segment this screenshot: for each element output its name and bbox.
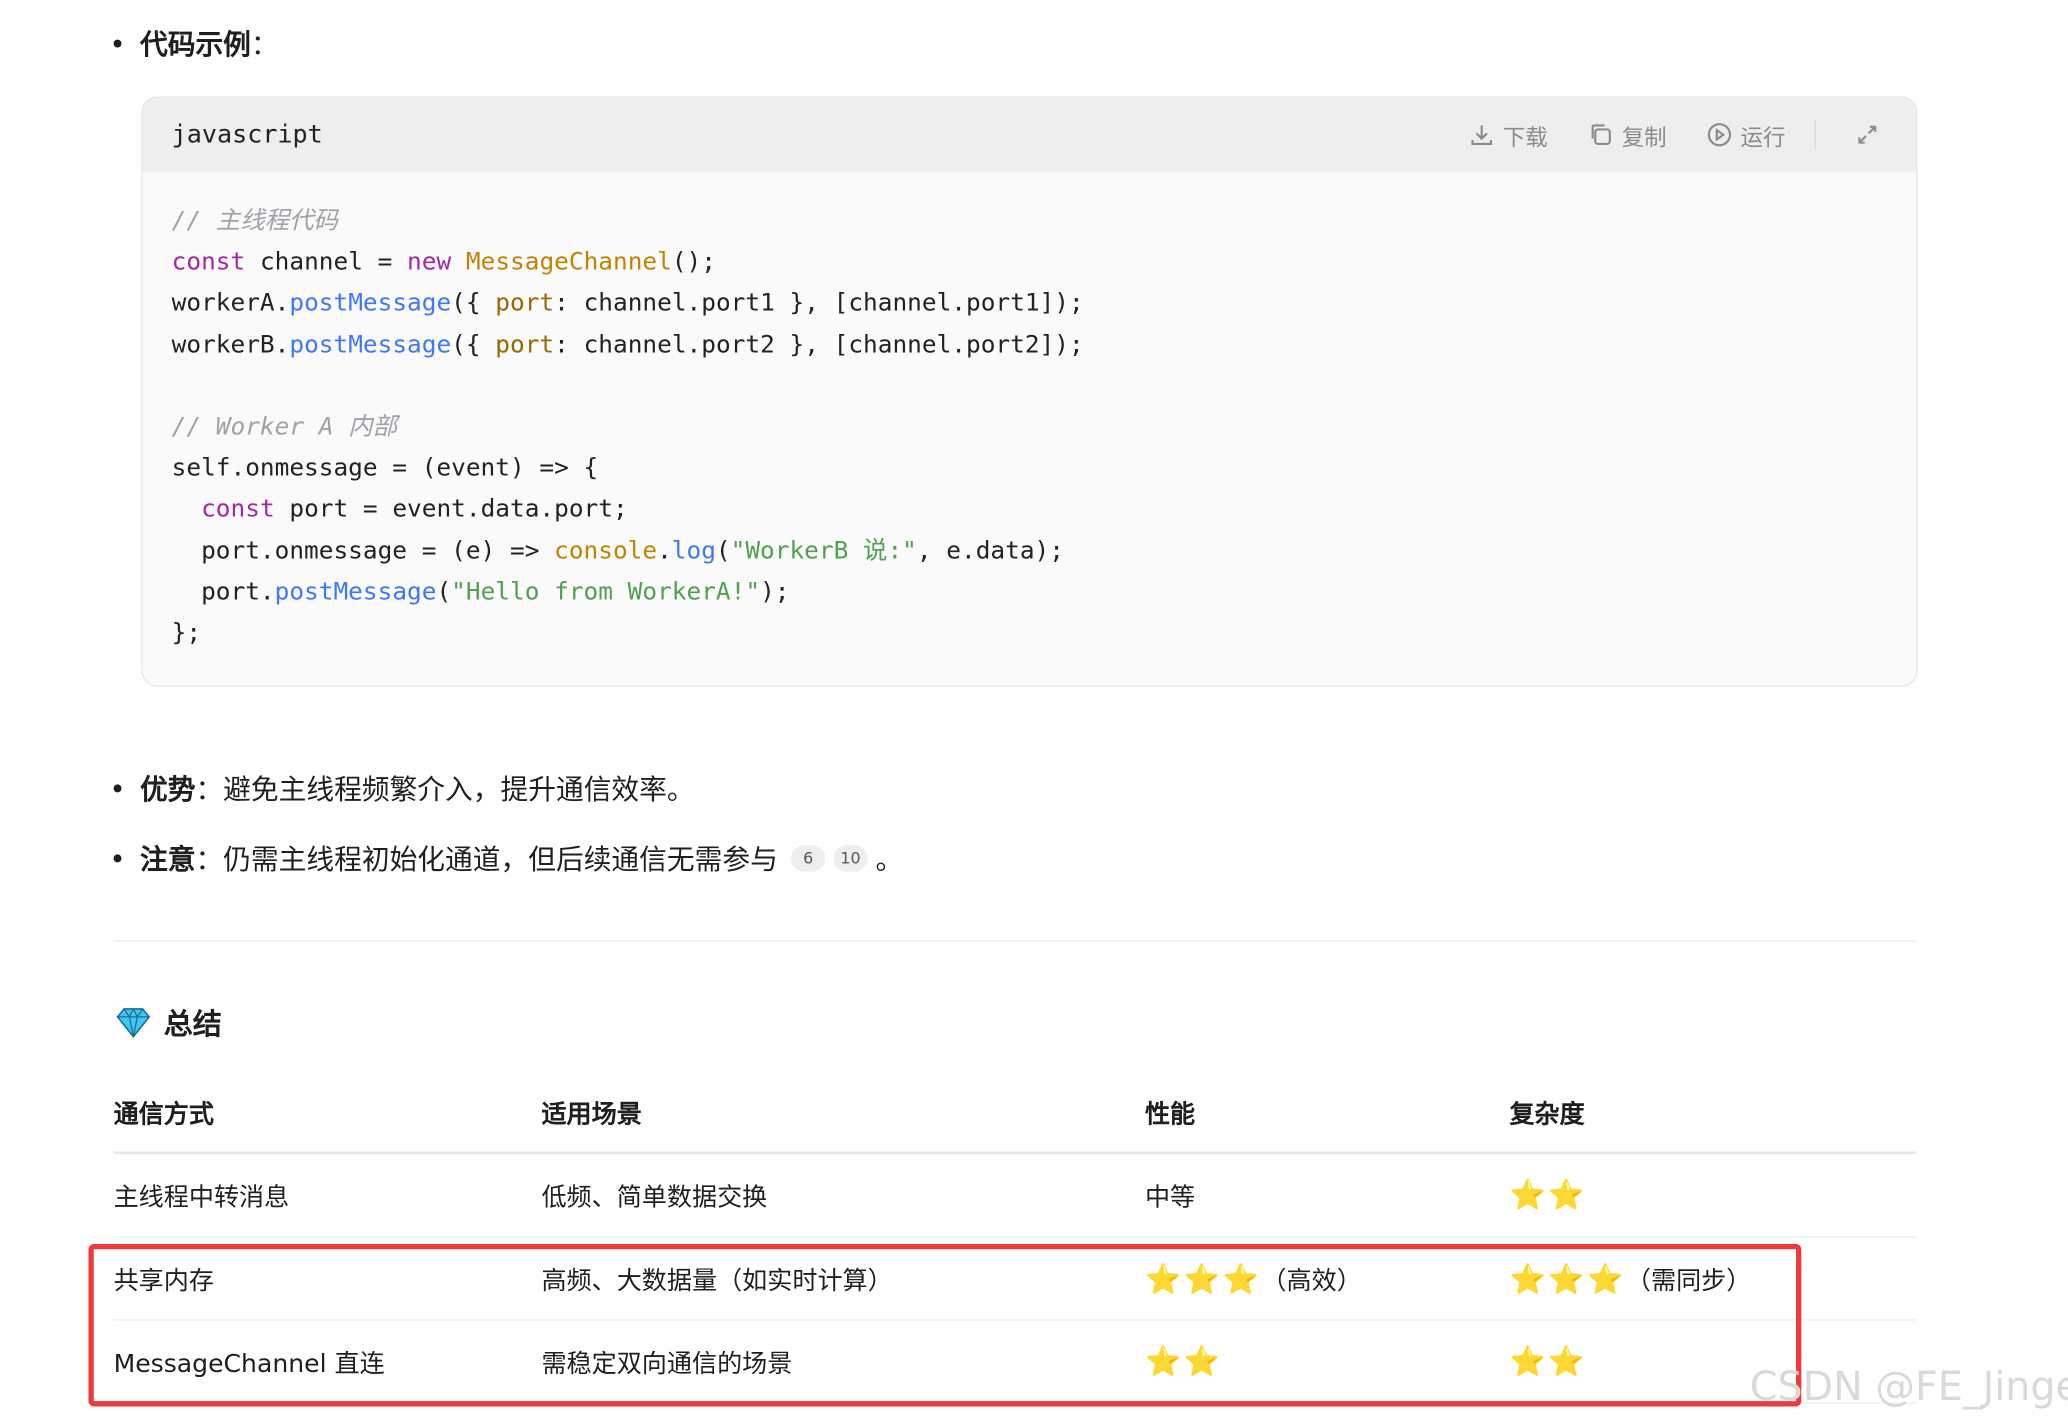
header-method: 通信方式: [113, 1072, 542, 1155]
note-label: 注意: [139, 843, 196, 876]
cell-method: MessageChannel 直连: [113, 1319, 542, 1404]
bullet-dot: [113, 784, 122, 793]
run-label: 运行: [1740, 124, 1786, 152]
table-row: MessageChannel 直连 需稳定双向通信的场景 ⭐⭐ ⭐⭐: [113, 1319, 1917, 1404]
header-complexity: 复杂度: [1509, 1072, 1917, 1155]
cell-complexity: ⭐⭐⭐（需同步）: [1509, 1236, 1917, 1321]
code-block: javascript 下载 复制 运行 // 主线程代码 const chann…: [141, 96, 1918, 687]
citation-badge[interactable]: 6: [791, 845, 826, 872]
note-text: ：仍需主线程初始化通道，但后续通信无需参与: [195, 843, 778, 876]
summary-heading: 总结: [116, 1001, 222, 1043]
cell-scene: 需稳定双向通信的场景: [541, 1319, 1145, 1404]
code-example-label: 代码示例: [139, 29, 251, 61]
code-content: // 主线程代码 const channel = new MessageChan…: [171, 207, 1084, 648]
summary-title: 总结: [163, 1008, 222, 1042]
run-button[interactable]: 运行: [1706, 118, 1785, 151]
code-comment: // 主线程代码: [171, 207, 338, 236]
star-rating: ⭐⭐⭐: [1509, 1263, 1626, 1297]
download-icon: [1471, 125, 1493, 146]
code-example-heading: 代码示例：: [113, 24, 279, 64]
star-rating: ⭐⭐: [1509, 1345, 1588, 1379]
star-rating: ⭐⭐: [1509, 1178, 1588, 1212]
advantage-label: 优势: [139, 773, 196, 806]
expand-button[interactable]: [1855, 123, 1887, 147]
table-row: 共享内存 高频、大数据量（如实时计算） ⭐⭐⭐（高效） ⭐⭐⭐（需同步）: [113, 1236, 1917, 1321]
table-row: 主线程中转消息 低频、简单数据交换 中等 ⭐⭐: [113, 1152, 1917, 1238]
cell-scene: 低频、简单数据交换: [541, 1152, 1145, 1238]
page: 代码示例： javascript 下载 复制 运行 // 主线程代码 const…: [0, 0, 2068, 1420]
table-header-row: 通信方式 适用场景 性能 复杂度: [113, 1072, 1917, 1155]
cell-method: 共享内存: [113, 1236, 542, 1321]
section-divider: [113, 940, 1915, 942]
star-rating: ⭐⭐⭐: [1144, 1263, 1262, 1297]
cell-complexity: ⭐⭐: [1509, 1152, 1917, 1238]
citation-badge[interactable]: 10: [833, 845, 868, 872]
download-label: 下载: [1502, 124, 1548, 152]
advantage-item: 优势 ：避免主线程频繁介入，提升通信效率。: [113, 769, 695, 809]
cell-performance: ⭐⭐: [1144, 1319, 1510, 1404]
code-block-header: javascript 下载 复制 运行: [142, 97, 1917, 172]
copy-label: 复制: [1621, 124, 1667, 152]
bullet-dot: [113, 854, 122, 863]
copy-button[interactable]: 复制: [1587, 118, 1667, 152]
note-item: 注意 ：仍需主线程初始化通道，但后续通信无需参与 6 10 。: [113, 839, 904, 879]
cell-performance: 中等: [1144, 1152, 1510, 1238]
performance-note: （高效）: [1261, 1265, 1362, 1295]
header-scene: 适用场景: [541, 1072, 1145, 1155]
expand-icon: [1858, 125, 1877, 144]
play-circle-icon: [1707, 123, 1732, 147]
download-button[interactable]: 下载: [1469, 118, 1548, 151]
cell-method: 主线程中转消息: [113, 1152, 542, 1238]
cell-scene: 高频、大数据量（如实时计算）: [541, 1236, 1145, 1321]
code-comment: // Worker A 内部: [171, 413, 398, 442]
note-end: 。: [875, 843, 904, 876]
bullet-dot: [113, 39, 122, 48]
header-performance: 性能: [1144, 1072, 1510, 1155]
copy-icon: [1591, 124, 1611, 146]
toolbar-divider: [1814, 120, 1816, 150]
star-rating: ⭐⭐: [1144, 1345, 1223, 1379]
advantage-text: ：避免主线程频繁介入，提升通信效率。: [195, 773, 695, 806]
watermark: CSDN @FE_Jinger: [1749, 1364, 2068, 1411]
summary-table: 通信方式 适用场景 性能 复杂度 主线程中转消息 低频、简单数据交换 中等 ⭐⭐…: [113, 1072, 1917, 1404]
gem-icon: [116, 1007, 151, 1038]
code-language: javascript: [171, 120, 323, 150]
complexity-note: （需同步）: [1625, 1265, 1752, 1295]
cell-performance: ⭐⭐⭐（高效）: [1144, 1236, 1510, 1321]
